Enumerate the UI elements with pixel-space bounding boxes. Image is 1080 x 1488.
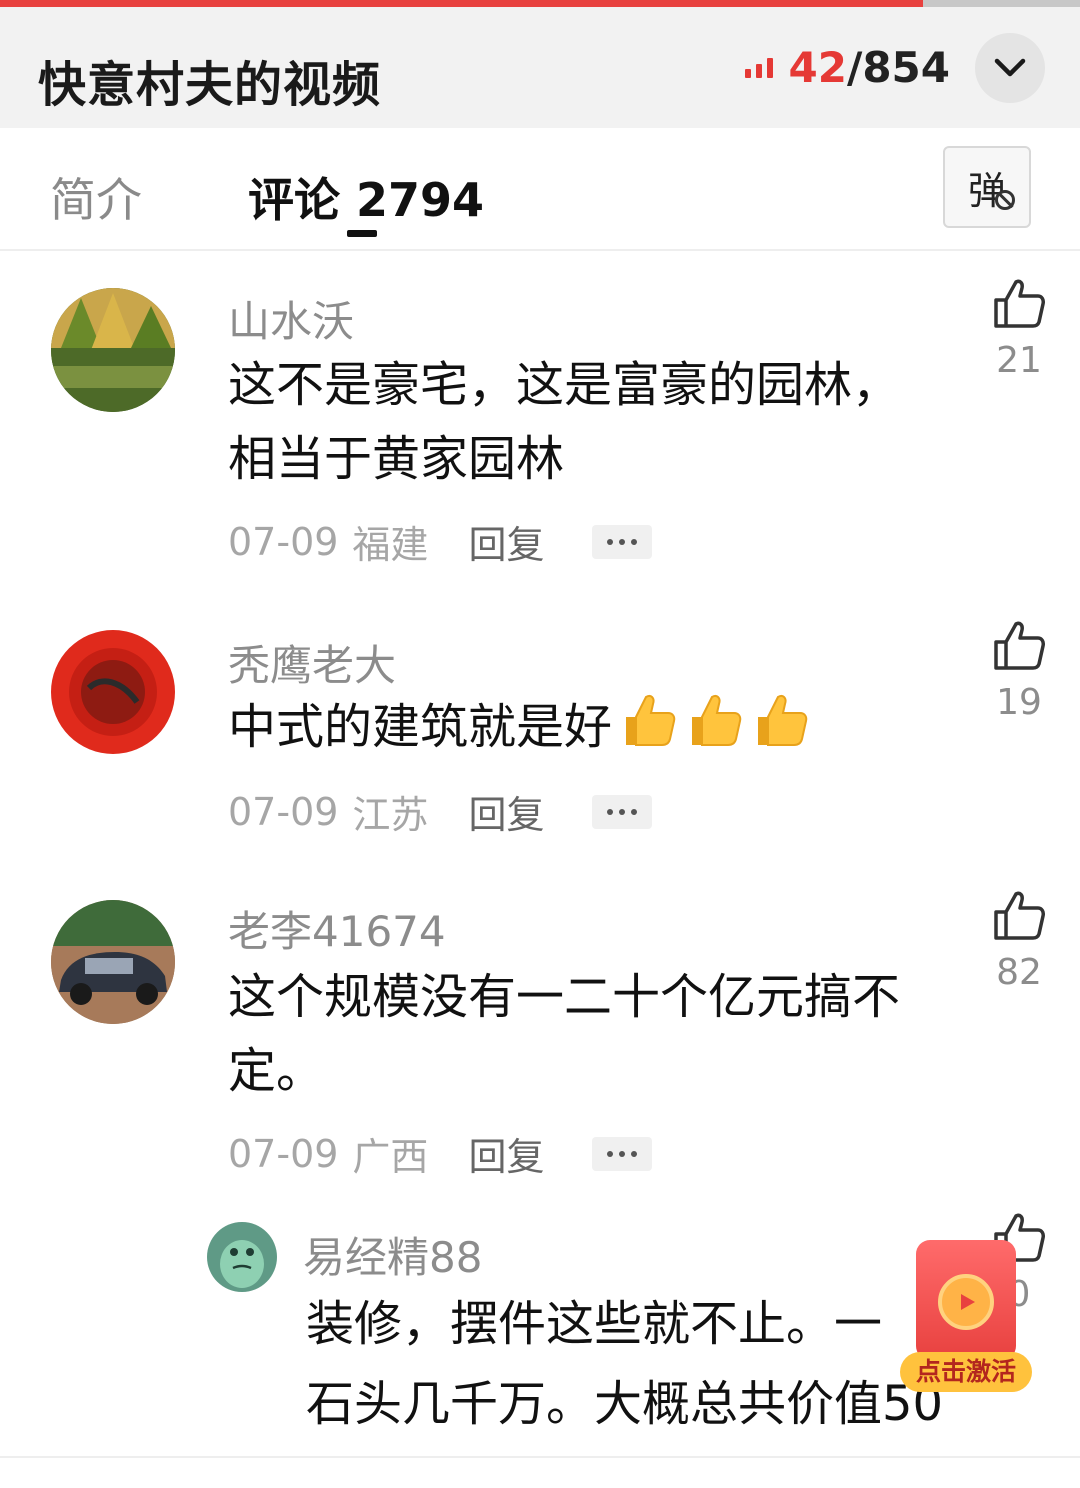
comment-username[interactable]: 山水沃: [228, 288, 354, 349]
comment-text-line: 相当于黄家园林: [228, 431, 565, 487]
more-options-button[interactable]: [592, 1136, 653, 1171]
tab-comments[interactable]: 评论 2794: [248, 164, 484, 230]
thumbs-up-emoji-icon: [750, 691, 810, 770]
comment-date: 07-09: [228, 789, 339, 834]
comment-location: 广西: [352, 1135, 429, 1179]
like-button[interactable]: 82: [984, 890, 1054, 993]
play-coin-icon: [938, 1274, 994, 1330]
reply-text: 装修，摆件这些就不止。一 石头几千万。大概总共价值50: [306, 1284, 943, 1444]
comment-date: 07-09: [228, 519, 339, 564]
comment-username[interactable]: 秃鹰老大: [228, 632, 396, 693]
more-options-button[interactable]: [592, 794, 653, 829]
avatar[interactable]: [51, 900, 175, 1024]
chevron-down-icon: [994, 58, 1026, 77]
reply-text-line: 装修，摆件这些就不止。一: [306, 1296, 883, 1352]
comment-meta: 07-09 江苏 回复: [228, 784, 653, 839]
thumbs-up-icon: [994, 891, 1045, 940]
video-progress-strip: [0, 0, 1080, 7]
comment-date: 07-09: [228, 1131, 339, 1176]
thumbs-up-icon: [994, 279, 1045, 328]
counter-separator: /: [846, 43, 863, 92]
reply-button[interactable]: 回复: [468, 514, 544, 569]
danmaku-off-icon: [995, 190, 1015, 210]
tab-bar: 简介 评论 2794 弹: [0, 128, 1080, 251]
thumbs-up-emoji-icon: [618, 691, 678, 770]
comment-location: 福建: [352, 523, 429, 567]
episode-counter[interactable]: 42 / 854: [744, 43, 950, 92]
comment-meta: 07-09 福建 回复: [228, 514, 653, 569]
counter-current: 42: [788, 43, 847, 92]
like-count: 82: [996, 952, 1042, 993]
header-bar: 快意村夫的视频 42 / 854: [0, 7, 1080, 128]
tab-intro[interactable]: 简介: [50, 164, 142, 230]
signal-bars-icon: [744, 57, 773, 78]
more-options-button[interactable]: [592, 524, 653, 559]
thumbs-up-emoji-icon: [684, 691, 744, 770]
comment-text-line: 这个规模没有一二十个亿元搞不: [228, 969, 901, 1025]
comment-username[interactable]: 老李41674: [228, 898, 446, 959]
comment-meta: 07-09 广西 回复: [228, 1126, 653, 1181]
reply-button[interactable]: 回复: [468, 1126, 544, 1181]
comment-location: 江苏: [352, 793, 429, 837]
comment-text: 这不是豪宅，这是富豪的园林， 相当于黄家园林: [228, 348, 900, 496]
comment-text: 这个规模没有一二十个亿元搞不 定。: [228, 960, 900, 1108]
avatar[interactable]: [51, 630, 175, 754]
counter-total: 854: [862, 43, 950, 92]
tab-active-indicator: [347, 230, 377, 237]
reply-username[interactable]: 易经精88: [303, 1224, 482, 1285]
comment-text-line: 定。: [228, 1043, 325, 1099]
danmaku-toggle-button[interactable]: 弹: [943, 146, 1031, 228]
comment-text: 中式的建筑就是好: [228, 690, 810, 770]
red-packet-label: 点击激活: [900, 1352, 1032, 1392]
divider: [0, 1456, 1080, 1458]
red-packet-promo[interactable]: 点击激活: [900, 1240, 1032, 1394]
reply-text-line: 石头几千万。大概总共价值50: [306, 1376, 944, 1432]
comment-text-line: 这不是豪宅，这是富豪的园林，: [228, 357, 901, 413]
reply-button[interactable]: 回复: [468, 784, 544, 839]
thumbs-up-icon: [994, 621, 1045, 670]
collapse-button[interactable]: [975, 33, 1045, 103]
like-button[interactable]: 19: [984, 620, 1054, 723]
avatar[interactable]: [51, 288, 175, 412]
page-title: 快意村夫的视频: [38, 57, 382, 113]
comment-text-line: 中式的建筑就是好: [228, 699, 613, 755]
like-count: 21: [996, 340, 1042, 381]
video-progress-fill: [0, 0, 924, 7]
reply-avatar[interactable]: [207, 1222, 277, 1292]
like-count: 19: [996, 682, 1042, 723]
like-button[interactable]: 21: [984, 278, 1054, 381]
